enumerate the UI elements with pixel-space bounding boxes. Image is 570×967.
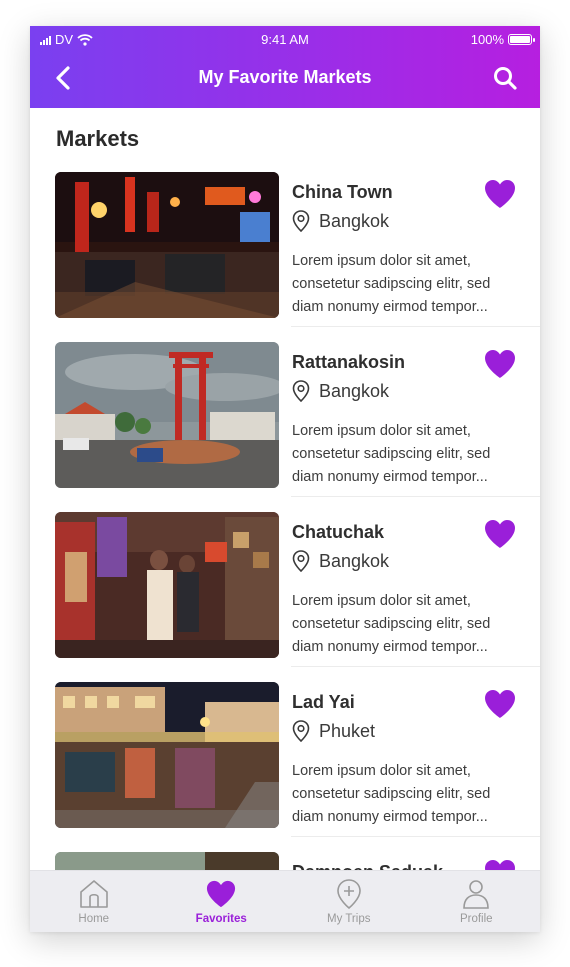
- location-pin-icon: [292, 380, 310, 402]
- location-pin-icon: [292, 210, 310, 232]
- home-icon: [77, 877, 111, 911]
- app-header: DV 9:41 AM 100% My Favorite Markets: [30, 26, 540, 108]
- market-description: Lorem ipsum dolor sit amet, consetetur s…: [292, 593, 491, 655]
- market-card[interactable]: Rattanakosin Bangkok Lorem ipsum dolor s…: [55, 342, 540, 497]
- tab-home[interactable]: Home: [30, 871, 158, 932]
- tab-bar: Home Favorites My Trips Profile: [30, 870, 540, 932]
- status-right: 100%: [470, 32, 535, 47]
- divider: [291, 836, 540, 837]
- heart-icon: [485, 860, 515, 870]
- status-time: 9:41 AM: [261, 32, 309, 47]
- heart-icon: [485, 180, 515, 208]
- markets-list[interactable]: Markets China Town Bangkok Lorem ipsum d…: [30, 108, 540, 870]
- favorite-toggle[interactable]: [483, 348, 517, 380]
- phone-screen: DV 9:41 AM 100% My Favorite Markets Mark…: [30, 26, 540, 932]
- section-title: Markets: [56, 126, 140, 151]
- market-card[interactable]: Lad Yai Phuket Lorem ipsum dolor sit ame…: [55, 682, 540, 837]
- market-card[interactable]: China Town Bangkok Lorem ipsum dolor sit…: [55, 172, 540, 327]
- search-icon: [494, 67, 517, 90]
- market-location: Bangkok: [292, 210, 389, 232]
- divider: [291, 496, 540, 497]
- heart-icon: [485, 350, 515, 378]
- heart-icon: [204, 877, 238, 911]
- tab-label: Favorites: [195, 913, 247, 925]
- favorite-toggle[interactable]: [483, 178, 517, 210]
- market-card[interactable]: Damnoen Saduak: [55, 852, 540, 870]
- market-name: Chatuchak: [292, 522, 385, 542]
- divider: [291, 326, 540, 327]
- divider: [291, 666, 540, 667]
- market-name: China Town: [292, 182, 393, 202]
- market-description: Lorem ipsum dolor sit amet, consetetur s…: [292, 423, 491, 485]
- market-location-label: Bangkok: [319, 380, 390, 401]
- tab-label: Profile: [459, 913, 493, 925]
- market-location: Bangkok: [292, 380, 389, 402]
- battery-icon: [508, 34, 535, 45]
- market-location-label: Bangkok: [319, 210, 390, 231]
- page-title: My Favorite Markets: [198, 67, 372, 87]
- heart-icon: [485, 690, 515, 718]
- favorite-toggle[interactable]: [483, 858, 517, 870]
- favorite-toggle[interactable]: [483, 688, 517, 720]
- market-description: Lorem ipsum dolor sit amet, consetetur s…: [292, 253, 491, 315]
- add-location-icon: [332, 877, 366, 911]
- location-pin-icon: [292, 720, 310, 742]
- tab-label: My Trips: [327, 913, 371, 925]
- location-pin-icon: [292, 550, 310, 572]
- market-location-label: Phuket: [319, 720, 376, 741]
- search-button[interactable]: [492, 65, 518, 91]
- tab-my-trips[interactable]: My Trips: [285, 871, 413, 932]
- market-description: Lorem ipsum dolor sit amet, consetetur s…: [292, 763, 491, 825]
- market-location: Bangkok: [292, 550, 389, 572]
- market-photo: [55, 512, 279, 658]
- chevron-left-icon: [56, 66, 70, 90]
- favorite-toggle[interactable]: [483, 518, 517, 550]
- market-name: Lad Yai: [292, 692, 355, 712]
- market-photo: [55, 852, 279, 870]
- market-location: Phuket: [292, 720, 375, 742]
- nav-row: My Favorite Markets: [30, 56, 540, 100]
- market-card[interactable]: Chatuchak Bangkok Lorem ipsum dolor sit …: [55, 512, 540, 667]
- tab-label: Home: [78, 913, 110, 925]
- back-button[interactable]: [52, 64, 76, 92]
- market-name: Rattanakosin: [292, 352, 406, 372]
- profile-icon: [459, 877, 493, 911]
- market-photo: [55, 682, 279, 828]
- status-bar: DV 9:41 AM 100%: [30, 26, 540, 52]
- tab-favorites[interactable]: Favorites: [158, 871, 286, 932]
- market-name: Damnoen Saduak: [292, 862, 443, 870]
- market-location-label: Bangkok: [319, 550, 390, 571]
- market-photo: [55, 172, 279, 318]
- battery-label: 100%: [470, 32, 504, 47]
- market-photo: [55, 342, 279, 488]
- heart-icon: [485, 520, 515, 548]
- tab-profile[interactable]: Profile: [413, 871, 541, 932]
